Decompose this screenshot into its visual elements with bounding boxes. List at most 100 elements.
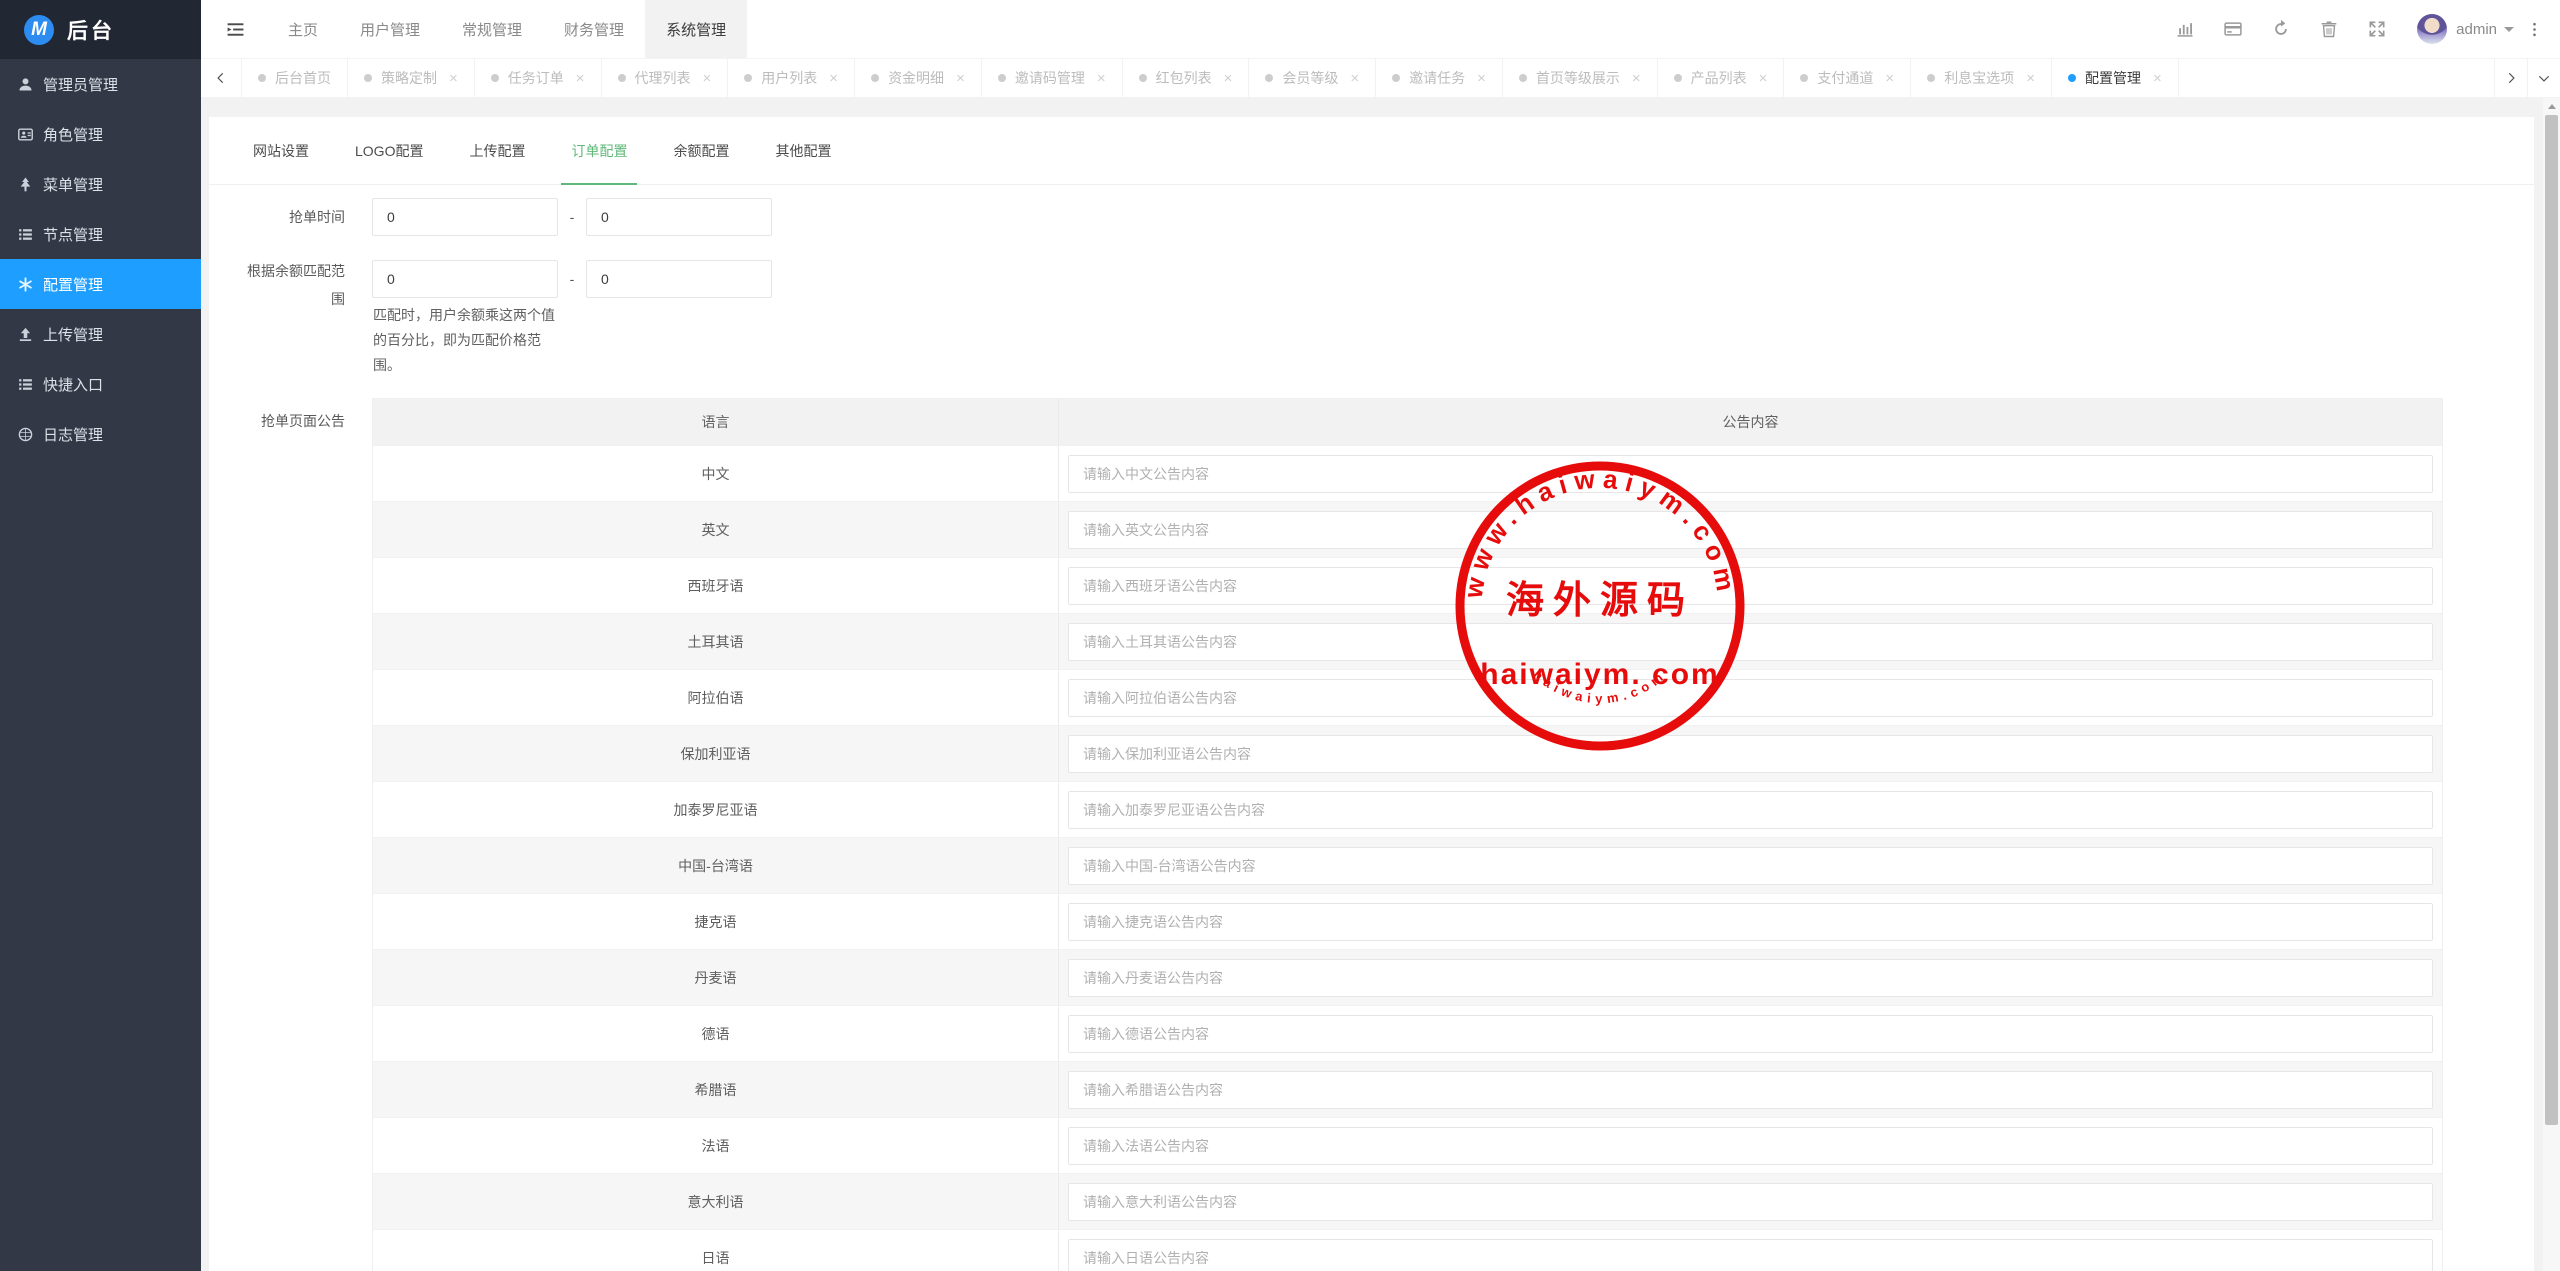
balance-match-from-input[interactable] bbox=[372, 260, 558, 298]
sidebar-item-role-manage[interactable]: 角色管理 bbox=[0, 109, 201, 159]
sidebar-item-log-manage[interactable]: 日志管理 bbox=[0, 409, 201, 459]
scrollbar-thumb[interactable] bbox=[2545, 115, 2558, 1125]
chevron-down-icon[interactable] bbox=[2504, 27, 2514, 37]
table-row: 丹麦语 bbox=[373, 949, 2442, 1005]
tab-close-icon[interactable]: × bbox=[1097, 70, 1106, 87]
tab-item[interactable]: 用户列表× bbox=[728, 59, 855, 97]
page-scrollbar[interactable] bbox=[2543, 98, 2560, 1271]
tabs-scroll-right-icon[interactable] bbox=[2494, 59, 2527, 97]
announcement-input[interactable] bbox=[1068, 959, 2433, 997]
tab-close-icon[interactable]: × bbox=[1477, 70, 1486, 87]
tab-close-icon[interactable]: × bbox=[1759, 70, 1768, 87]
announcement-input[interactable] bbox=[1068, 1071, 2433, 1109]
config-tab-order[interactable]: 订单配置 bbox=[548, 117, 650, 184]
tab-close-icon[interactable]: × bbox=[2153, 70, 2162, 87]
tab-item[interactable]: 首页等级展示 × bbox=[1503, 59, 1658, 97]
config-tab-logo[interactable]: LOGO配置 bbox=[332, 117, 446, 184]
tab-close-icon[interactable]: × bbox=[1632, 70, 1641, 87]
tab-close-icon[interactable]: × bbox=[449, 70, 458, 87]
tab-item[interactable]: 邀请任务× bbox=[1376, 59, 1503, 97]
announcement-input[interactable] bbox=[1068, 847, 2433, 885]
tab-item[interactable]: 代理列表× bbox=[602, 59, 729, 97]
balance-match-to-input[interactable] bbox=[586, 260, 772, 298]
refresh-icon[interactable] bbox=[2257, 19, 2305, 39]
tab-item[interactable]: 资金明细× bbox=[855, 59, 982, 97]
sidebar-item-node-manage[interactable]: 节点管理 bbox=[0, 209, 201, 259]
top-menu: 主页 用户管理 常规管理 财务管理 系统管理 bbox=[267, 0, 747, 58]
announcement-input[interactable] bbox=[1068, 735, 2433, 773]
config-tab-upload[interactable]: 上传配置 bbox=[446, 117, 548, 184]
config-tab-balance[interactable]: 余额配置 bbox=[650, 117, 752, 184]
language-cell: 土耳其语 bbox=[373, 614, 1059, 669]
grab-time-to-input[interactable] bbox=[586, 198, 772, 236]
tab-item[interactable]: 邀请码管理× bbox=[982, 59, 1123, 97]
announcement-input[interactable] bbox=[1068, 903, 2433, 941]
nav-item-system-manage[interactable]: 系统管理 bbox=[645, 0, 747, 58]
content-cell bbox=[1059, 782, 2442, 837]
announcement-input[interactable] bbox=[1068, 455, 2433, 493]
announcement-input[interactable] bbox=[1068, 1015, 2433, 1053]
tab-item[interactable]: 任务订单× bbox=[475, 59, 602, 97]
sidebar-item-upload-manage[interactable]: 上传管理 bbox=[0, 309, 201, 359]
tab-item[interactable]: 会员等级× bbox=[1249, 59, 1376, 97]
tab-item[interactable]: 后台首页 bbox=[242, 59, 348, 97]
tab-label: 首页等级展示 bbox=[1536, 68, 1620, 88]
sidebar-item-admin-manage[interactable]: 管理员管理 bbox=[0, 59, 201, 109]
tab-item-active[interactable]: 配置管理× bbox=[2052, 59, 2179, 97]
tab-close-icon[interactable]: × bbox=[956, 70, 965, 87]
nav-item-general-manage[interactable]: 常规管理 bbox=[441, 0, 543, 58]
nav-item-finance-manage[interactable]: 财务管理 bbox=[543, 0, 645, 58]
trash-icon[interactable] bbox=[2305, 19, 2353, 39]
announcement-input[interactable] bbox=[1068, 511, 2433, 549]
tab-item[interactable]: 利息宝选项× bbox=[1911, 59, 2052, 97]
sidebar-item-menu-manage[interactable]: 菜单管理 bbox=[0, 159, 201, 209]
credit-card-icon[interactable] bbox=[2209, 19, 2257, 39]
tab-close-icon[interactable]: × bbox=[1350, 70, 1359, 87]
balance-match-hint: 匹配时，用户余额乘这两个值 的百分比，即为匹配价格范 围。 bbox=[373, 303, 565, 378]
config-tab-other[interactable]: 其他配置 bbox=[752, 117, 854, 184]
table-row: 意大利语 bbox=[373, 1173, 2442, 1229]
announcement-input[interactable] bbox=[1068, 567, 2433, 605]
tab-close-icon[interactable]: × bbox=[703, 70, 712, 87]
navbar-right: admin bbox=[2161, 0, 2560, 58]
fullscreen-icon[interactable] bbox=[2353, 19, 2401, 39]
tab-close-icon[interactable]: × bbox=[1885, 70, 1894, 87]
tab-item[interactable]: 产品列表× bbox=[1658, 59, 1785, 97]
chart-icon[interactable] bbox=[2161, 19, 2209, 39]
config-tab-site[interactable]: 网站设置 bbox=[230, 117, 332, 184]
tab-close-icon[interactable]: × bbox=[576, 70, 585, 87]
announcement-input[interactable] bbox=[1068, 791, 2433, 829]
tab-close-icon[interactable]: × bbox=[2026, 70, 2035, 87]
content-cell bbox=[1059, 502, 2442, 557]
grab-time-from-input[interactable] bbox=[372, 198, 558, 236]
sidebar-item-config-manage[interactable]: 配置管理 bbox=[0, 259, 201, 309]
content-cell bbox=[1059, 1062, 2442, 1117]
tabs-menu-chevron-icon[interactable] bbox=[2527, 59, 2560, 97]
top-navbar: 主页 用户管理 常规管理 财务管理 系统管理 admin bbox=[201, 0, 2560, 59]
nav-item-user-manage[interactable]: 用户管理 bbox=[339, 0, 441, 58]
announcement-input[interactable] bbox=[1068, 1183, 2433, 1221]
table-row: 捷克语 bbox=[373, 893, 2442, 949]
tab-item[interactable]: 红包列表× bbox=[1123, 59, 1250, 97]
tab-dot-icon bbox=[1927, 74, 1935, 82]
tab-item[interactable]: 策略定制× bbox=[348, 59, 475, 97]
sidebar-item-quick-entry[interactable]: 快捷入口 bbox=[0, 359, 201, 409]
tab-close-icon[interactable]: × bbox=[1224, 70, 1233, 87]
announcement-input[interactable] bbox=[1068, 623, 2433, 661]
announcement-input[interactable] bbox=[1068, 679, 2433, 717]
announcement-input[interactable] bbox=[1068, 1239, 2433, 1271]
tab-item[interactable]: 支付通道× bbox=[1784, 59, 1911, 97]
tabs-scroll-left-icon[interactable] bbox=[201, 59, 242, 97]
language-cell: 意大利语 bbox=[373, 1174, 1059, 1229]
announcement-input[interactable] bbox=[1068, 1127, 2433, 1165]
sidebar-collapse-icon[interactable] bbox=[201, 20, 267, 39]
app-title: 后台 bbox=[67, 15, 115, 45]
list-icon bbox=[17, 226, 34, 243]
log-icon bbox=[17, 426, 34, 443]
username[interactable]: admin bbox=[2456, 21, 2497, 38]
more-dots-icon[interactable] bbox=[2514, 21, 2560, 38]
tab-close-icon[interactable]: × bbox=[829, 70, 838, 87]
nav-item-home[interactable]: 主页 bbox=[267, 0, 339, 58]
user-avatar[interactable] bbox=[2417, 14, 2447, 44]
scrollbar-up-icon[interactable] bbox=[2543, 98, 2560, 115]
